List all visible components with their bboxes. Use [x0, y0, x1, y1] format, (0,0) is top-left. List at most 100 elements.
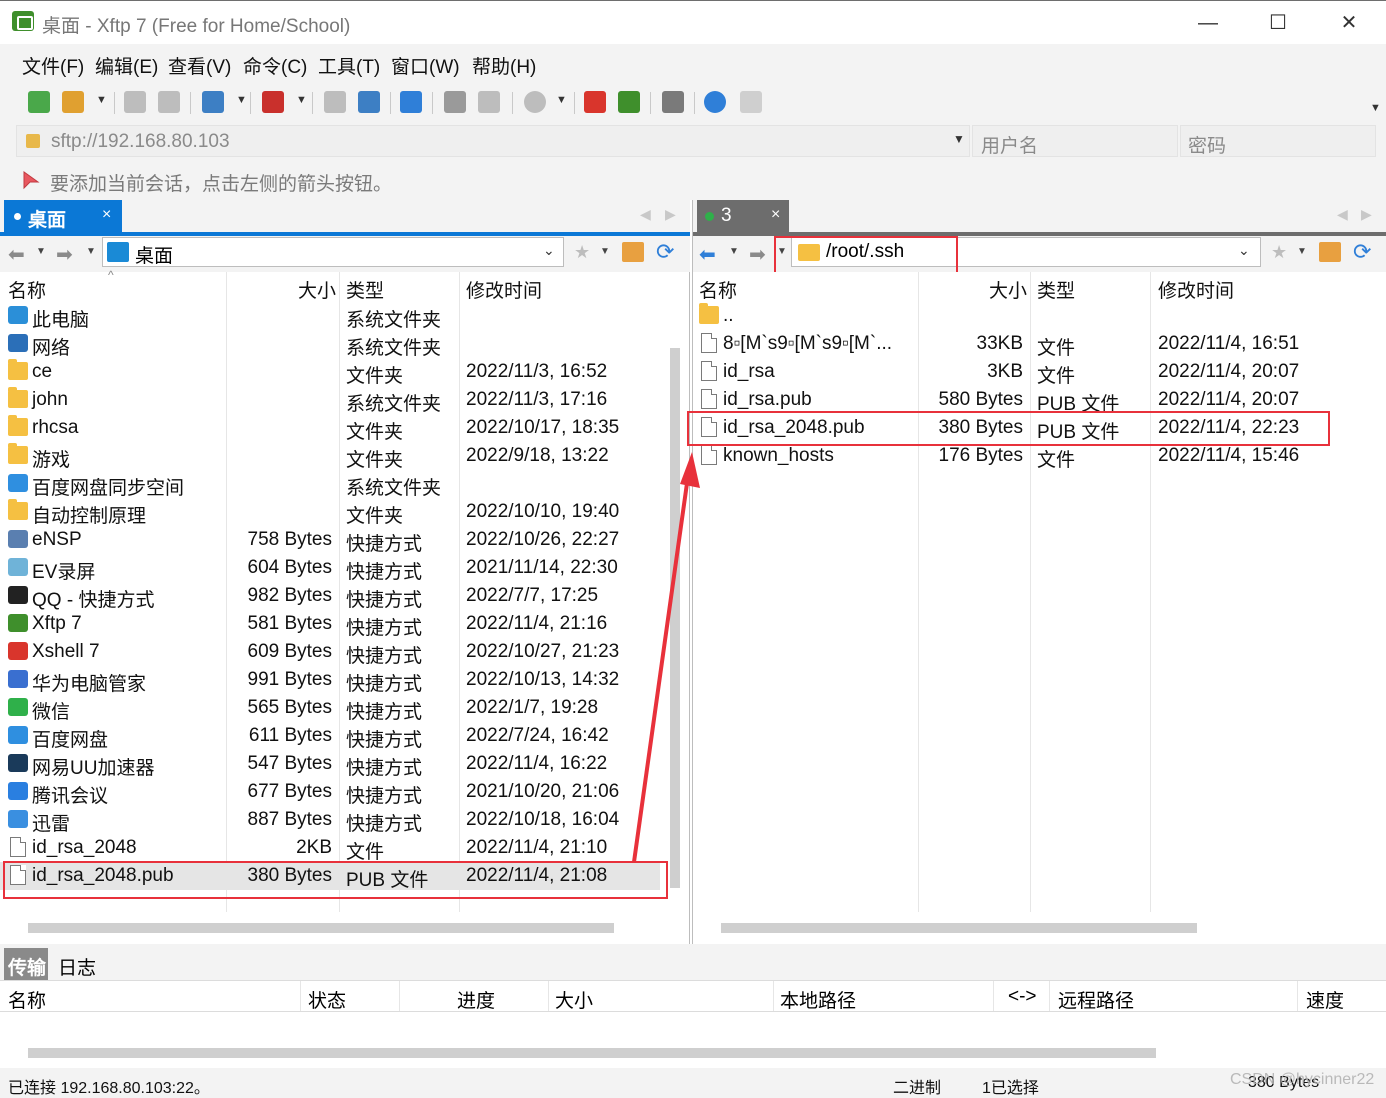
col-transfer-size[interactable]: 大小 — [555, 986, 593, 1013]
menu-command[interactable]: 命令(C) — [243, 52, 307, 79]
copy-icon[interactable] — [324, 91, 346, 113]
tab-local-desktop[interactable]: 桌面 × — [4, 200, 122, 232]
col-type[interactable]: 类型 — [346, 276, 384, 303]
forward-dropdown-icon[interactable]: ▼ — [86, 246, 96, 257]
toolbar-dropdown-icon[interactable]: ▼ — [556, 94, 567, 106]
col-mtime[interactable]: 修改时间 — [1158, 276, 1234, 303]
col-type[interactable]: 类型 — [1037, 276, 1075, 303]
local-hscroll[interactable] — [28, 923, 614, 933]
tab-log[interactable]: 日志 — [58, 953, 96, 980]
file-row[interactable]: EV录屏 604 Bytes 快捷方式 2021/11/14, 22:30 — [0, 554, 660, 583]
file-row[interactable]: ce 文件夹 2022/11/3, 16:52 — [0, 358, 660, 387]
local-path-field[interactable]: 桌面 ⌄ — [102, 237, 564, 267]
favorite-dropdown-icon[interactable]: ▼ — [1297, 246, 1307, 257]
xshell-icon[interactable] — [584, 91, 606, 113]
path-dropdown-icon[interactable]: ⌄ — [1238, 242, 1250, 259]
open-folder-icon[interactable] — [62, 91, 84, 113]
close-button[interactable]: ✕ — [1326, 9, 1372, 37]
refresh-icon[interactable]: ⟳ — [656, 239, 674, 265]
back-dropdown-icon[interactable]: ▼ — [36, 246, 46, 257]
home-icon[interactable] — [1319, 242, 1341, 262]
back-dropdown-icon[interactable]: ▼ — [729, 246, 739, 257]
file-row[interactable]: 腾讯会议 677 Bytes 快捷方式 2021/10/20, 21:06 — [0, 778, 660, 807]
back-icon[interactable]: ⬅ — [699, 242, 716, 267]
tab-transfer[interactable]: 传输 — [4, 948, 48, 980]
file-row[interactable]: 网易UU加速器 547 Bytes 快捷方式 2022/11/4, 16:22 — [0, 750, 660, 779]
col-transfer-remote-path[interactable]: 远程路径 — [1058, 986, 1134, 1013]
clipboard-icon[interactable] — [444, 91, 466, 113]
password-field[interactable]: 密码 — [1180, 125, 1376, 157]
tab-close-icon[interactable]: × — [771, 206, 780, 224]
file-row[interactable]: 迅雷 887 Bytes 快捷方式 2022/10/18, 16:04 — [0, 806, 660, 835]
toolbar-dropdown-icon[interactable]: ▼ — [236, 94, 247, 106]
file-row[interactable]: 百度网盘 611 Bytes 快捷方式 2022/7/24, 16:42 — [0, 722, 660, 751]
menu-view[interactable]: 查看(V) — [168, 52, 231, 79]
favorite-star-icon[interactable]: ★ — [1271, 242, 1287, 263]
settings-icon[interactable] — [662, 91, 684, 113]
menu-file[interactable]: 文件(F) — [22, 52, 84, 79]
col-size[interactable]: 大小 — [298, 276, 336, 303]
file-row[interactable]: 游戏 文件夹 2022/9/18, 13:22 — [0, 442, 660, 471]
menu-tools[interactable]: 工具(T) — [318, 52, 380, 79]
file-row[interactable]: Xftp 7 581 Bytes 快捷方式 2022/11/4, 21:16 — [0, 610, 660, 639]
col-transfer-local-path[interactable]: 本地路径 — [780, 986, 856, 1013]
minimize-button[interactable]: — — [1185, 9, 1231, 37]
connect-icon[interactable] — [124, 91, 146, 113]
xftp-icon[interactable] — [618, 91, 640, 113]
path-dropdown-icon[interactable]: ⌄ — [543, 242, 555, 259]
refresh-layout-icon[interactable] — [202, 91, 224, 113]
file-row[interactable]: id_rsa 3KB 文件 2022/11/4, 20:07 — [693, 358, 1373, 387]
address-dropdown-icon[interactable]: ▼ — [953, 132, 965, 146]
toolbar-dropdown-icon[interactable]: ▼ — [296, 94, 307, 106]
clipboard2-icon[interactable] — [478, 91, 500, 113]
file-row[interactable]: 8▫[M`s9▫[M`s9▫[M`... 33KB 文件 2022/11/4, 16:… — [693, 330, 1373, 359]
favorite-dropdown-icon[interactable]: ▼ — [600, 246, 610, 257]
file-row[interactable]: 百度网盘同步空间 系统文件夹 — [0, 470, 660, 499]
toolbar-dropdown-icon[interactable]: ▼ — [96, 94, 107, 106]
file-row[interactable]: .. — [693, 302, 1373, 330]
tab-close-icon[interactable]: × — [102, 206, 111, 224]
back-icon[interactable]: ⬅ — [8, 242, 25, 267]
file-row[interactable]: known_hosts 176 Bytes 文件 2022/11/4, 15:46 — [693, 442, 1373, 471]
col-name[interactable]: 名称 — [8, 276, 46, 303]
maximize-button[interactable]: ☐ — [1255, 9, 1301, 37]
file-row[interactable]: 网络 系统文件夹 — [0, 330, 660, 359]
remote-hscroll[interactable] — [721, 923, 1197, 933]
tab-scroll-left-icon[interactable]: ◀ — [640, 206, 651, 223]
file-row[interactable]: 此电脑 系统文件夹 — [0, 302, 660, 331]
col-transfer-progress[interactable]: 进度 — [457, 986, 495, 1013]
tab-scroll-right-icon[interactable]: ▶ — [1361, 206, 1372, 223]
favorite-star-icon[interactable]: ★ — [574, 242, 590, 263]
tab-remote-session[interactable]: 3 × — [697, 200, 789, 232]
file-row[interactable]: rhcsa 文件夹 2022/10/17, 18:35 — [0, 414, 660, 443]
username-field[interactable]: 用户名 — [972, 125, 1178, 157]
forward-icon[interactable]: ➡ — [749, 242, 766, 267]
col-mtime[interactable]: 修改时间 — [466, 276, 542, 303]
menu-help[interactable]: 帮助(H) — [472, 52, 536, 79]
menu-window[interactable]: 窗口(W) — [391, 52, 460, 79]
file-row[interactable]: 自动控制原理 文件夹 2022/10/10, 19:40 — [0, 498, 660, 527]
file-row[interactable]: id_rsa.pub 580 Bytes PUB 文件 2022/11/4, 20:0… — [693, 386, 1373, 415]
col-transfer-status[interactable]: 状态 — [308, 986, 346, 1013]
tab-scroll-right-icon[interactable]: ▶ — [665, 206, 676, 223]
col-transfer-name[interactable]: 名称 — [8, 986, 46, 1013]
disconnect-icon[interactable] — [158, 91, 180, 113]
col-transfer-speed[interactable]: 速度 — [1306, 986, 1344, 1013]
file-row[interactable]: id_rsa_2048 2KB 文件 2022/11/4, 21:10 — [0, 834, 660, 863]
add-session-arrow-icon[interactable] — [22, 170, 40, 190]
tab-scroll-left-icon[interactable]: ◀ — [1337, 206, 1348, 223]
toolbar-overflow-icon[interactable]: ▼ — [1370, 102, 1381, 114]
paste-icon[interactable] — [358, 91, 380, 113]
refresh-icon[interactable]: ⟳ — [1353, 239, 1371, 265]
file-row[interactable]: john 系统文件夹 2022/11/3, 17:16 — [0, 386, 660, 415]
help-icon[interactable] — [704, 91, 726, 113]
menu-edit[interactable]: 编辑(E) — [95, 52, 158, 79]
forward-icon[interactable]: ➡ — [56, 242, 73, 267]
file-row[interactable]: 微信 565 Bytes 快捷方式 2022/1/7, 19:28 — [0, 694, 660, 723]
home-icon[interactable] — [622, 242, 644, 262]
file-row[interactable]: Xshell 7 609 Bytes 快捷方式 2022/10/27, 21:23 — [0, 638, 660, 667]
new-session-icon[interactable] — [28, 91, 50, 113]
globe-icon[interactable] — [524, 91, 546, 113]
col-size[interactable]: 大小 — [989, 276, 1027, 303]
file-row[interactable]: 华为电脑管家 991 Bytes 快捷方式 2022/10/13, 14:32 — [0, 666, 660, 695]
